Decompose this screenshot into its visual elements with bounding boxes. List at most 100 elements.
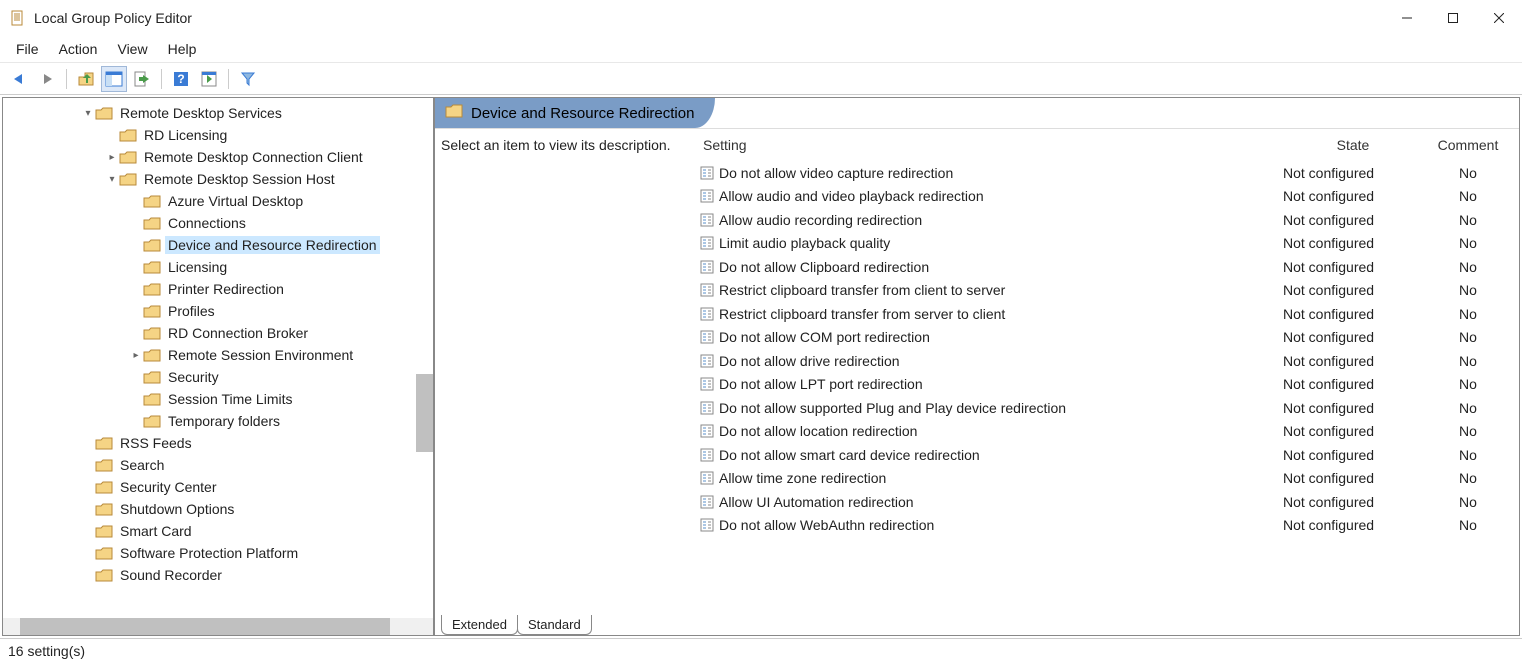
policy-row[interactable]: Do not allow LPT port redirectionNot con… [699, 373, 1513, 397]
status-bar: 16 setting(s) [0, 638, 1522, 662]
policy-icon [699, 165, 715, 181]
tree-item[interactable]: Connections [3, 212, 433, 234]
tree-item[interactable]: ▾ Remote Desktop Services [3, 102, 433, 124]
tree-item-label: Session Time Limits [165, 390, 295, 408]
close-button[interactable] [1476, 3, 1522, 33]
show-hide-tree-button[interactable] [101, 66, 127, 92]
policy-name: Do not allow WebAuthn redirection [719, 517, 934, 533]
policy-icon [699, 329, 715, 345]
policy-row[interactable]: Restrict clipboard transfer from client … [699, 279, 1513, 303]
folder-icon [95, 435, 113, 451]
tree-item[interactable]: RD Connection Broker [3, 322, 433, 344]
policy-row[interactable]: Limit audio playback qualityNot configur… [699, 232, 1513, 256]
expand-icon[interactable]: ▾ [105, 174, 119, 185]
horizontal-scrollbar-thumb[interactable] [20, 618, 390, 635]
tree-item[interactable]: Profiles [3, 300, 433, 322]
policy-icon [699, 376, 715, 392]
policy-row[interactable]: Allow UI Automation redirectionNot confi… [699, 490, 1513, 514]
expand-icon[interactable]: ▸ [105, 152, 119, 163]
menu-view[interactable]: View [107, 37, 157, 61]
tree-item-label: RSS Feeds [117, 434, 195, 452]
expand-icon[interactable]: ▸ [129, 350, 143, 361]
policy-row[interactable]: Do not allow drive redirectionNot config… [699, 349, 1513, 373]
forward-button[interactable] [34, 66, 60, 92]
tree-item-label: Remote Desktop Services [117, 104, 285, 122]
tree-item[interactable]: Printer Redirection [3, 278, 433, 300]
export-button[interactable] [129, 66, 155, 92]
tree-item[interactable]: Azure Virtual Desktop [3, 190, 433, 212]
policy-comment: No [1423, 376, 1513, 392]
policy-row[interactable]: Do not allow COM port redirectionNot con… [699, 326, 1513, 350]
policy-icon [699, 494, 715, 510]
column-comment[interactable]: Comment [1423, 137, 1513, 161]
tree-item[interactable]: Security Center [3, 476, 433, 498]
policy-icon [699, 423, 715, 439]
policy-row[interactable]: Restrict clipboard transfer from server … [699, 302, 1513, 326]
policy-row[interactable]: Do not allow smart card device redirecti… [699, 443, 1513, 467]
tree-item[interactable]: Session Time Limits [3, 388, 433, 410]
tree-item-label: Security [165, 368, 222, 386]
policy-row[interactable]: Do not allow video capture redirectionNo… [699, 161, 1513, 185]
tree-item[interactable]: ▸Remote Desktop Connection Client [3, 146, 433, 168]
expand-icon[interactable]: ▾ [81, 108, 95, 119]
navigation-tree[interactable]: ▾Remote Desktop ServicesRD Licensing▸Rem… [2, 97, 434, 636]
tree-item[interactable]: RD Licensing [3, 124, 433, 146]
folder-icon [119, 149, 137, 165]
folder-icon [143, 281, 161, 297]
tree-item-label: Profiles [165, 302, 218, 320]
policy-icon [699, 470, 715, 486]
policy-icon [699, 306, 715, 322]
policy-name: Allow audio recording redirection [719, 212, 922, 228]
tree-item[interactable]: ▾Remote Desktop Session Host [3, 168, 433, 190]
back-button[interactable] [6, 66, 32, 92]
policy-name: Restrict clipboard transfer from client … [719, 282, 1005, 298]
policy-row[interactable]: Do not allow WebAuthn redirectionNot con… [699, 514, 1513, 538]
tab-standard[interactable]: Standard [517, 615, 592, 635]
policy-icon [699, 282, 715, 298]
tree-item[interactable]: Security [3, 366, 433, 388]
tree-item[interactable]: Smart Card [3, 520, 433, 542]
tree-item[interactable]: RSS Feeds [3, 432, 433, 454]
policy-comment: No [1423, 235, 1513, 251]
tree-item[interactable]: Software Protection Platform [3, 542, 433, 564]
minimize-button[interactable] [1384, 3, 1430, 33]
policy-row[interactable]: Do not allow supported Plug and Play dev… [699, 396, 1513, 420]
policy-row[interactable]: Do not allow location redirectionNot con… [699, 420, 1513, 444]
tree-item[interactable]: ▸Remote Session Environment [3, 344, 433, 366]
menu-bar: File Action View Help [0, 35, 1522, 63]
menu-file[interactable]: File [6, 37, 49, 61]
tree-item[interactable]: Shutdown Options [3, 498, 433, 520]
window-title: Local Group Policy Editor [34, 10, 1384, 26]
help-button[interactable]: ? [168, 66, 194, 92]
policy-name: Do not allow drive redirection [719, 353, 900, 369]
tree-item-label: Smart Card [117, 522, 195, 540]
tree-item[interactable]: Sound Recorder [3, 564, 433, 586]
tree-item-label: Software Protection Platform [117, 544, 301, 562]
up-button[interactable] [73, 66, 99, 92]
column-setting[interactable]: Setting [699, 137, 1283, 161]
tab-extended[interactable]: Extended [441, 615, 518, 635]
policy-row[interactable]: Allow audio and video playback redirecti… [699, 185, 1513, 209]
tree-item[interactable]: Device and Resource Redirection [3, 234, 433, 256]
column-state[interactable]: State [1283, 137, 1423, 161]
policy-state: Not configured [1283, 329, 1423, 345]
vertical-scrollbar-thumb[interactable] [416, 374, 433, 452]
policy-row[interactable]: Do not allow Clipboard redirectionNot co… [699, 255, 1513, 279]
filter-button[interactable] [235, 66, 261, 92]
folder-icon [143, 413, 161, 429]
policy-row[interactable]: Allow time zone redirectionNot configure… [699, 467, 1513, 491]
menu-help[interactable]: Help [158, 37, 207, 61]
maximize-button[interactable] [1430, 3, 1476, 33]
properties-button[interactable] [196, 66, 222, 92]
policy-name: Do not allow location redirection [719, 423, 917, 439]
menu-action[interactable]: Action [49, 37, 108, 61]
policy-name: Do not allow video capture redirection [719, 165, 953, 181]
tree-item[interactable]: Search [3, 454, 433, 476]
folder-icon [143, 259, 161, 275]
horizontal-scrollbar[interactable] [3, 618, 433, 635]
tree-item[interactable]: Temporary folders [3, 410, 433, 432]
policy-comment: No [1423, 423, 1513, 439]
policy-row[interactable]: Allow audio recording redirectionNot con… [699, 208, 1513, 232]
policy-state: Not configured [1283, 494, 1423, 510]
tree-item[interactable]: Licensing [3, 256, 433, 278]
